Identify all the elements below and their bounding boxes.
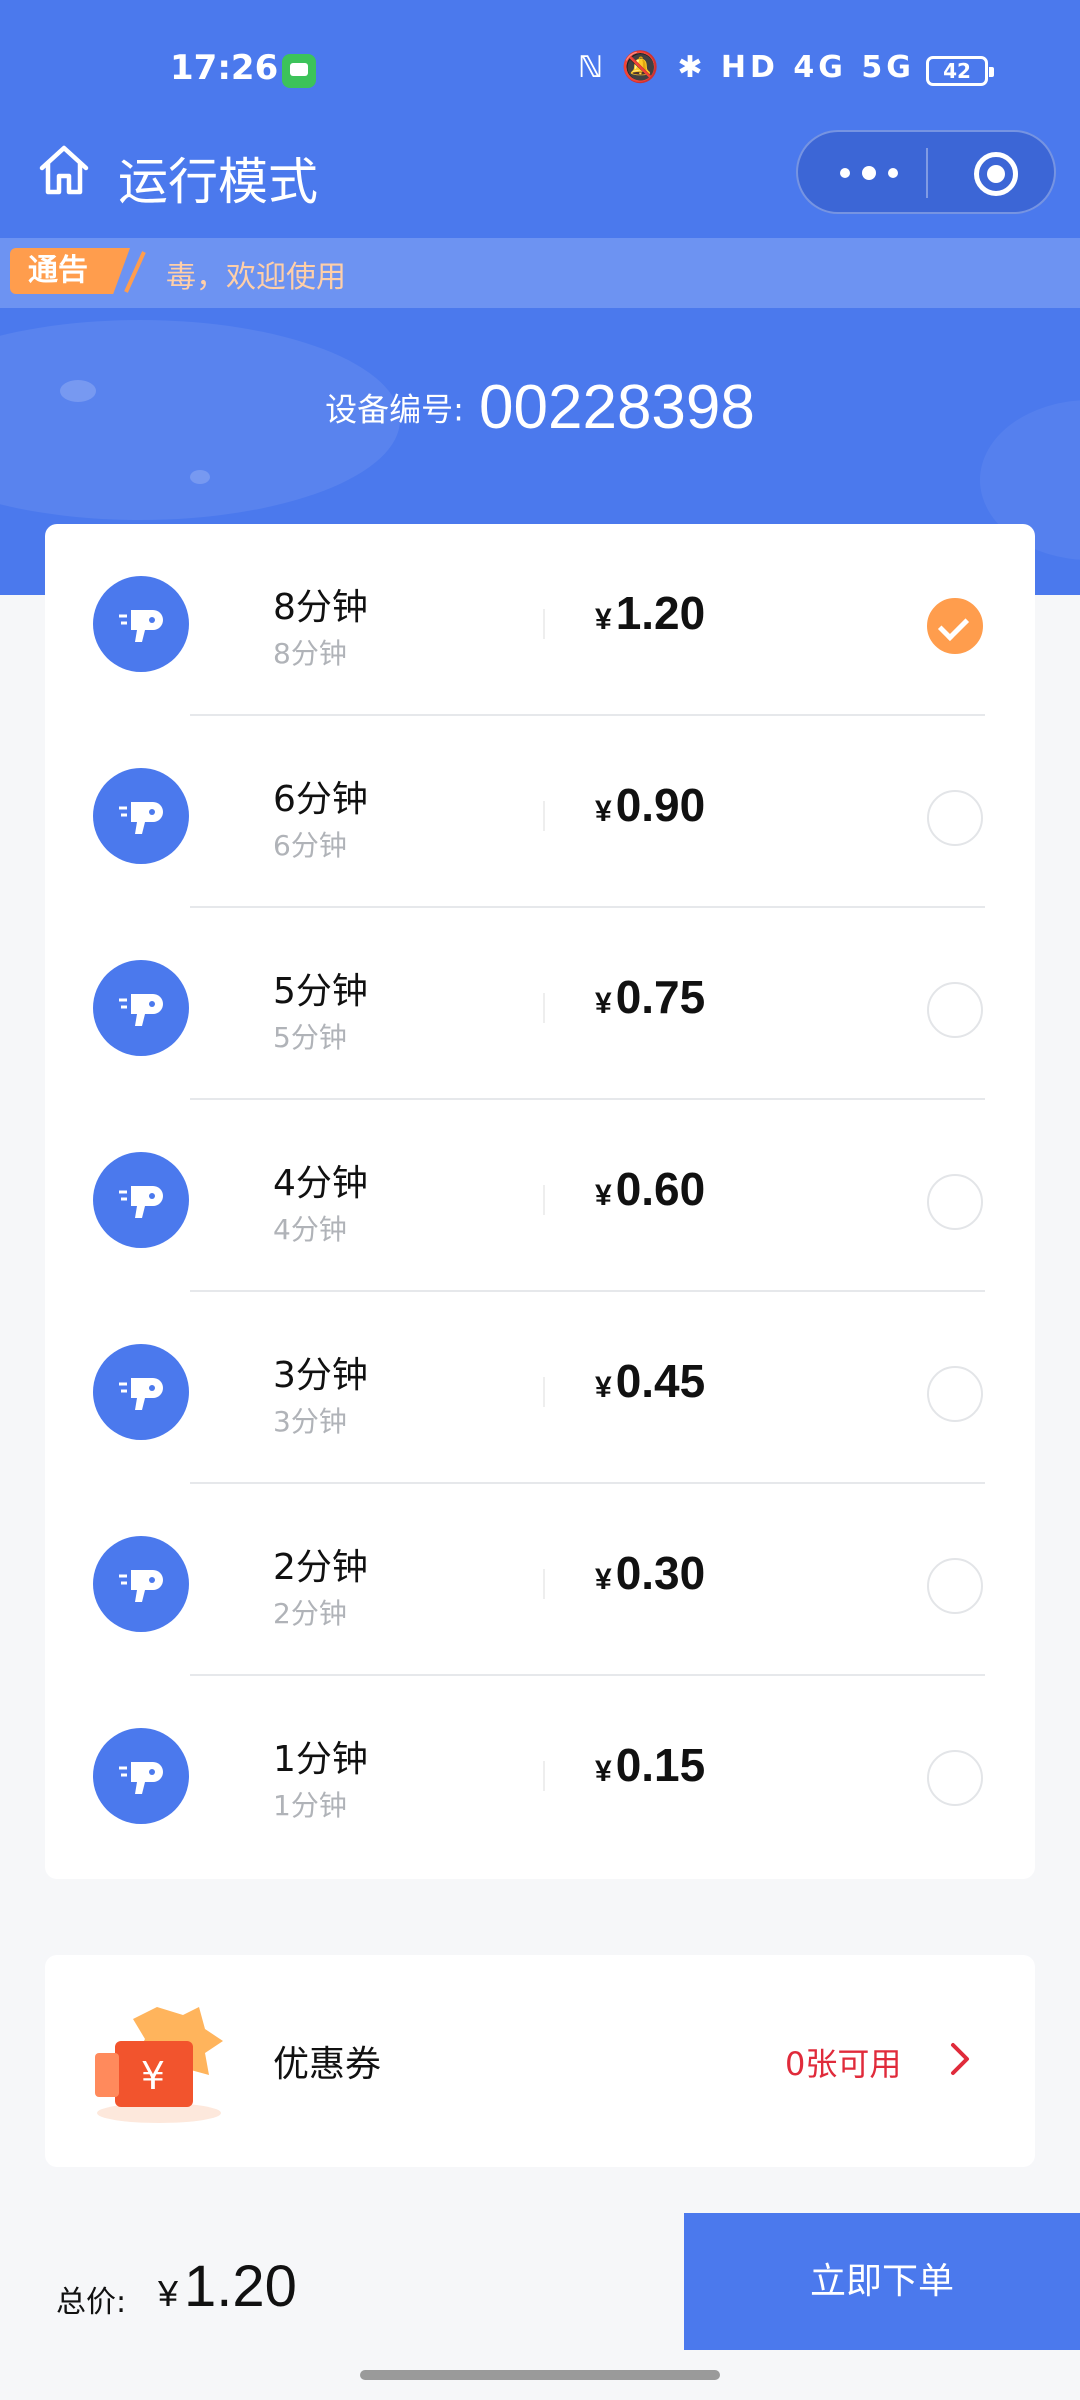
notice-text: 毒，欢迎使用 [166, 260, 346, 295]
status-icons: ℕ 🔕 ✱ HD 4G 5G [578, 50, 915, 85]
hair-dryer-icon [93, 1152, 189, 1248]
option-row[interactable]: 6分钟 6分钟 ¥0.90 [45, 716, 1035, 908]
device-info: 设备编号: 00228398 [0, 372, 1080, 443]
option-name: 2分钟 [273, 1547, 368, 1588]
option-row[interactable]: 3分钟 3分钟 ¥0.45 [45, 1292, 1035, 1484]
option-name: 5分钟 [273, 971, 368, 1012]
option-subtitle: 3分钟 [273, 1405, 347, 1438]
svg-text:¥: ¥ [141, 2054, 165, 2098]
option-price: ¥0.15 [595, 1739, 706, 1791]
divider [543, 609, 545, 639]
option-row[interactable]: 2分钟 2分钟 ¥0.30 [45, 1484, 1035, 1676]
radio-unchecked-icon[interactable] [927, 982, 983, 1038]
option-subtitle: 4分钟 [273, 1213, 347, 1246]
hair-dryer-icon [93, 576, 189, 672]
notice-bar[interactable]: 通告 毒，欢迎使用 [0, 238, 1080, 308]
hair-dryer-icon [93, 768, 189, 864]
mini-program-capsule [796, 130, 1056, 214]
total-label: 总价: [56, 2285, 127, 2320]
message-notification-icon [282, 54, 316, 88]
divider [543, 1377, 545, 1407]
place-order-button[interactable]: 立即下单 [684, 2213, 1080, 2350]
coupon-row[interactable]: ¥ 优惠券 0张可用 [45, 1955, 1035, 2167]
notice-tag: 通告 [10, 248, 130, 294]
option-name: 6分钟 [273, 779, 368, 820]
option-price: ¥0.45 [595, 1355, 706, 1407]
capsule-divider [926, 148, 928, 198]
option-name: 4分钟 [273, 1163, 368, 1204]
option-row[interactable]: 8分钟 8分钟 ¥1.20 [45, 524, 1035, 716]
option-row[interactable]: 4分钟 4分钟 ¥0.60 [45, 1100, 1035, 1292]
device-number: 00228398 [479, 373, 755, 442]
option-price: ¥0.75 [595, 971, 706, 1023]
total-price: ¥1.20 [158, 2254, 297, 2319]
decor-dot [190, 470, 210, 484]
option-row[interactable]: 1分钟 1分钟 ¥0.15 [45, 1676, 1035, 1868]
option-price: ¥1.20 [595, 587, 706, 639]
option-name: 8分钟 [273, 587, 368, 628]
option-subtitle: 1分钟 [273, 1789, 347, 1822]
more-dots-icon[interactable] [838, 148, 938, 198]
option-price: ¥0.60 [595, 1163, 706, 1215]
option-row[interactable]: 5分钟 5分钟 ¥0.75 [45, 908, 1035, 1100]
radio-unchecked-icon[interactable] [927, 1174, 983, 1230]
radio-unchecked-icon[interactable] [927, 1366, 983, 1422]
nav-bar: 运行模式 [0, 130, 1080, 240]
home-indicator [360, 2370, 720, 2380]
divider [543, 801, 545, 831]
target-circle-icon[interactable] [974, 152, 1018, 196]
device-label: 设备编号: [325, 390, 464, 429]
hair-dryer-icon [93, 1728, 189, 1824]
divider [543, 1569, 545, 1599]
option-name: 3分钟 [273, 1355, 368, 1396]
coupon-label: 优惠券 [273, 2044, 382, 2085]
home-icon[interactable] [36, 142, 92, 198]
option-subtitle: 2分钟 [273, 1597, 347, 1630]
divider [543, 993, 545, 1023]
battery-icon: 42 [926, 56, 994, 86]
option-price: ¥0.30 [595, 1547, 706, 1599]
price-option-list: 8分钟 8分钟 ¥1.20 6分钟 6分钟 ¥0.90 5分钟 5分钟 ¥0.7… [45, 524, 1035, 1879]
coupon-available: 0张可用 [785, 2045, 902, 2083]
status-bar: 17:26 ℕ 🔕 ✱ HD 4G 5G 42 [0, 0, 1080, 140]
slash-decor [124, 251, 146, 293]
status-time: 17:26 [170, 48, 279, 88]
radio-unchecked-icon[interactable] [927, 1558, 983, 1614]
option-price: ¥0.90 [595, 779, 706, 831]
chevron-right-icon [951, 2043, 969, 2075]
divider [543, 1761, 545, 1791]
option-subtitle: 5分钟 [273, 1021, 347, 1054]
divider [543, 1185, 545, 1215]
radio-unchecked-icon[interactable] [927, 1750, 983, 1806]
hair-dryer-icon [93, 1536, 189, 1632]
hair-dryer-icon [93, 960, 189, 1056]
page-title: 运行模式 [118, 153, 318, 211]
radio-checked-icon[interactable] [927, 598, 983, 654]
option-subtitle: 8分钟 [273, 637, 347, 670]
option-name: 1分钟 [273, 1739, 368, 1780]
hair-dryer-icon [93, 1344, 189, 1440]
option-subtitle: 6分钟 [273, 829, 347, 862]
coupon-ticket-icon: ¥ [95, 2007, 223, 2123]
radio-unchecked-icon[interactable] [927, 790, 983, 846]
